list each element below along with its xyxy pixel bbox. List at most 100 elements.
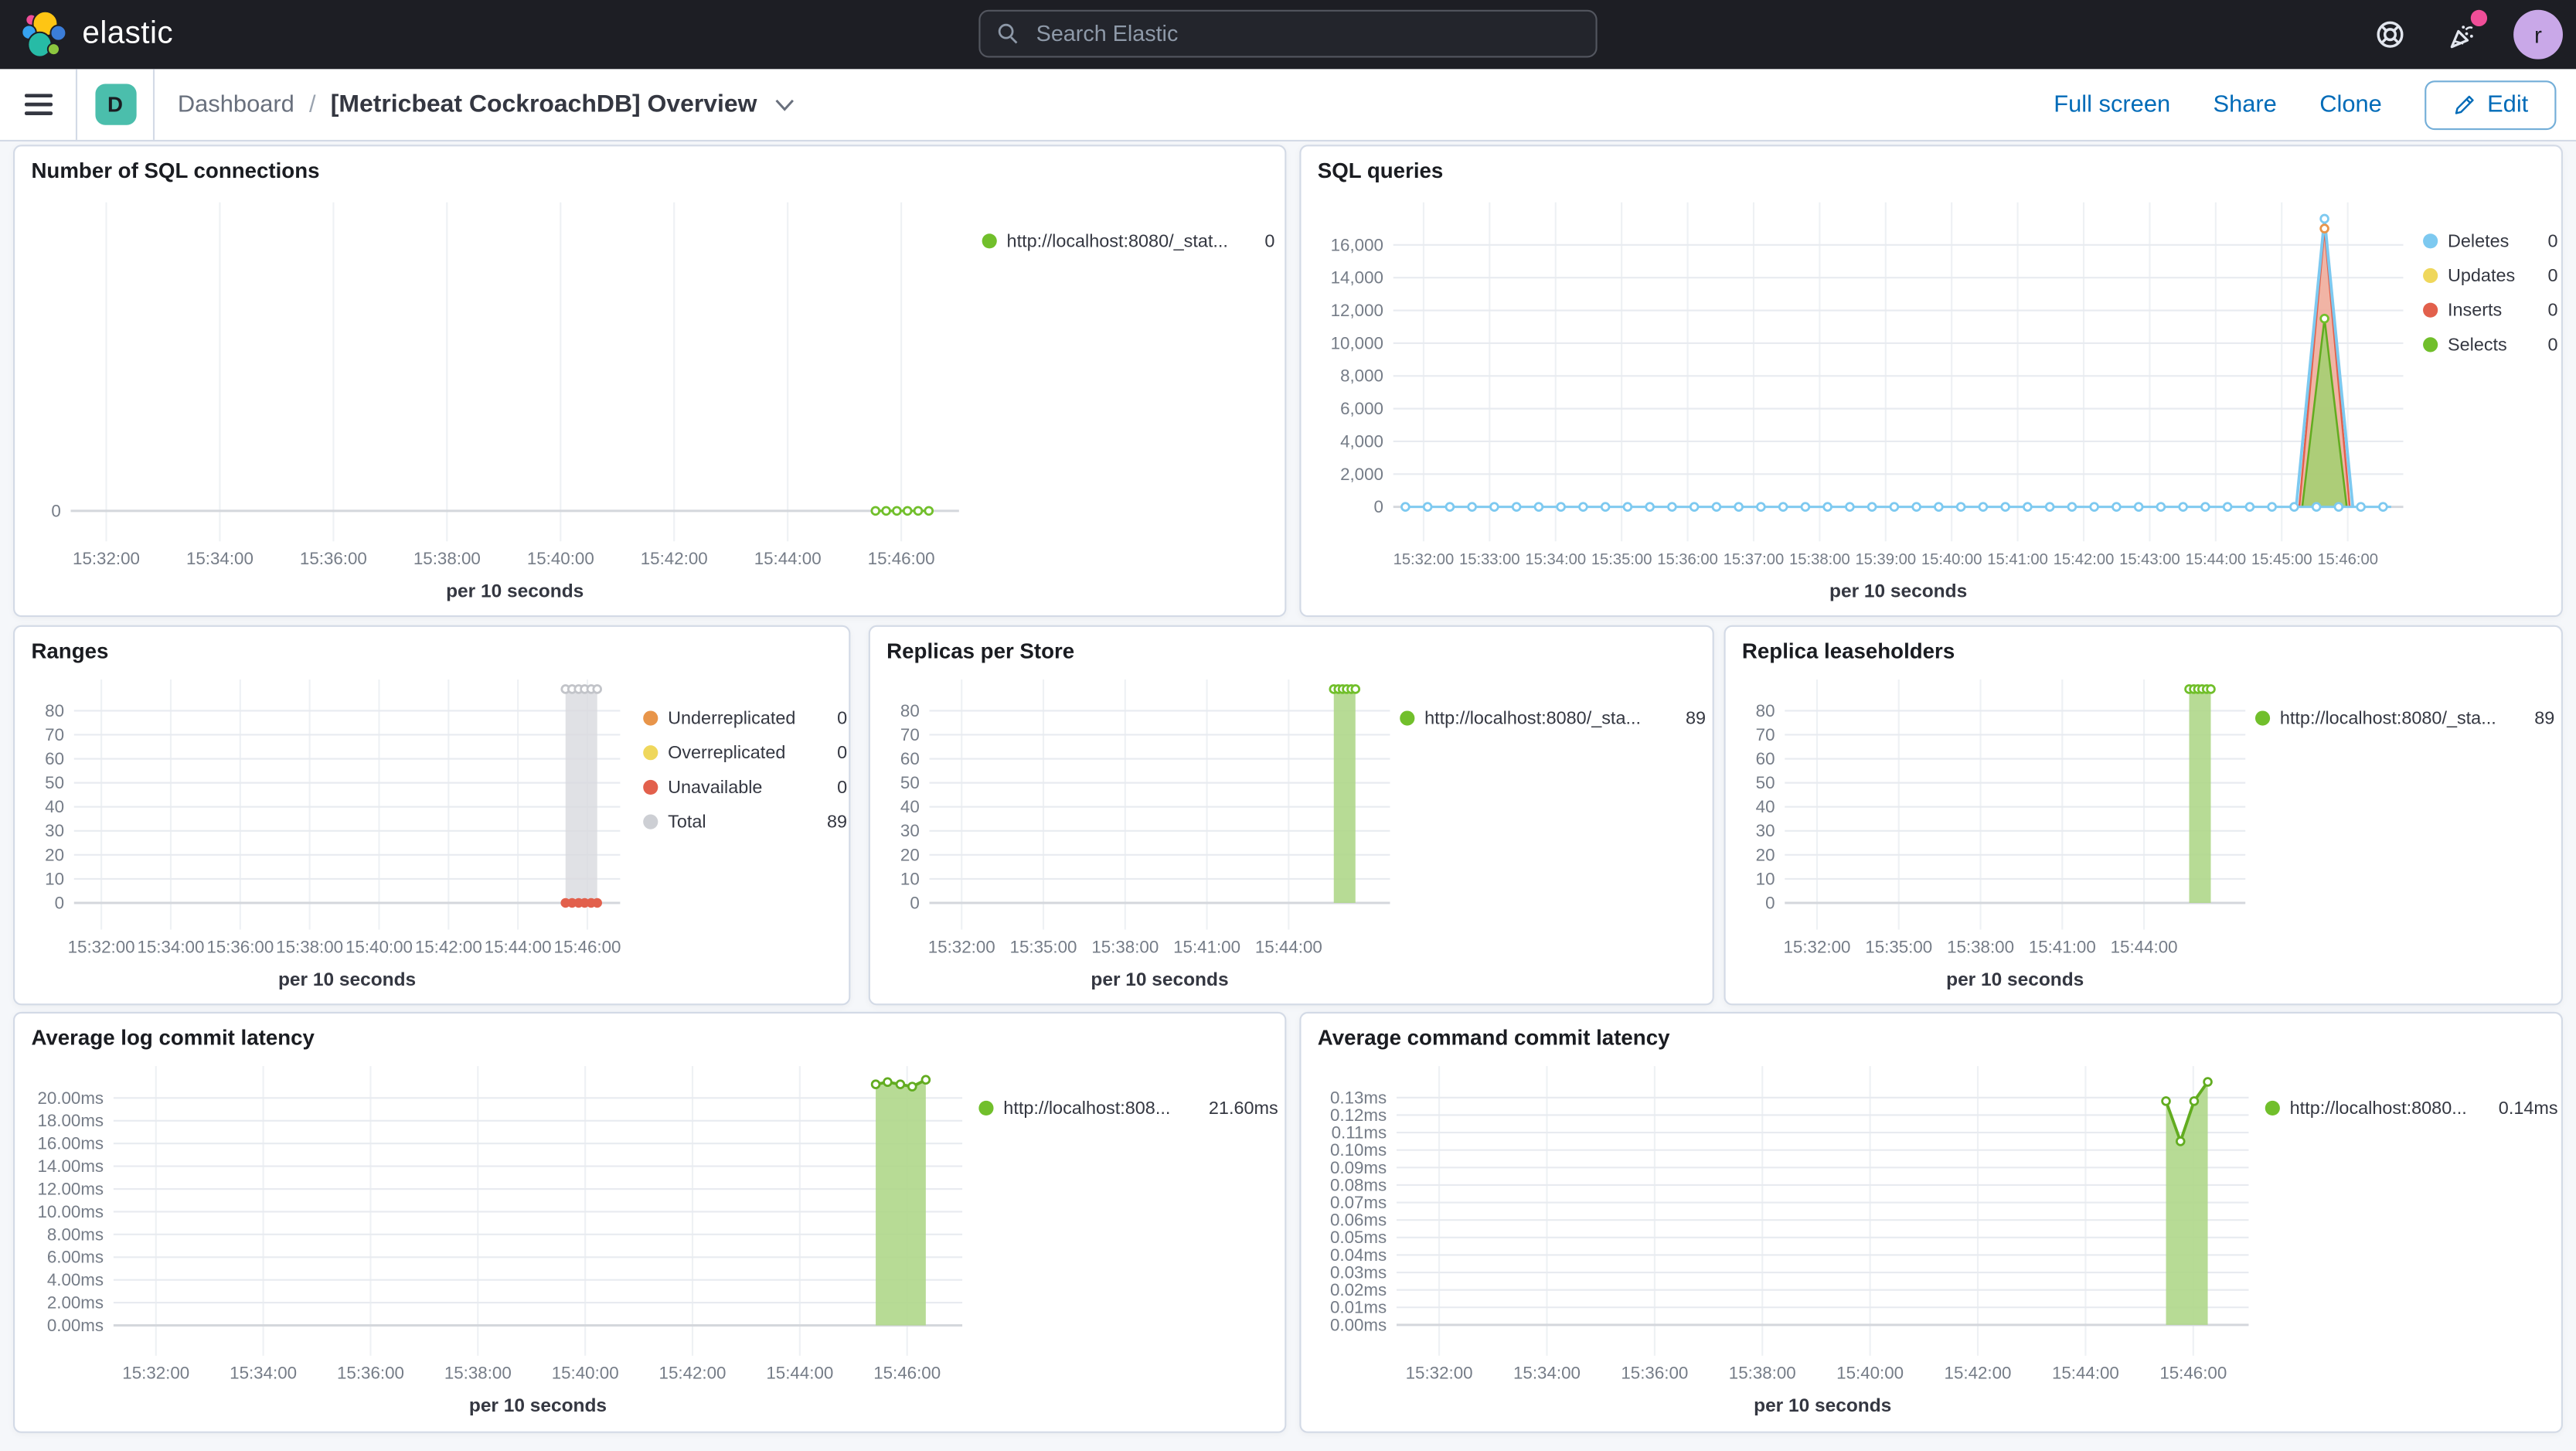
svg-text:15:40:00: 15:40:00 [527,549,594,568]
panel-title: SQL queries [1317,158,1444,183]
svg-text:40: 40 [1756,797,1775,816]
search-input[interactable] [1033,19,1580,48]
svg-text:15:34:00: 15:34:00 [186,549,254,568]
legend-label: http://localhost:8080/_sta... [1424,708,1641,728]
title-menu-button[interactable] [775,98,795,111]
legend-label: Total [668,812,706,832]
svg-text:60: 60 [45,749,64,768]
legend-item[interactable]: http://localhost:8080/_sta... 89 [2254,701,2554,736]
svg-text:15:42:00: 15:42:00 [415,937,482,956]
svg-text:15:32:00: 15:32:00 [122,1364,189,1383]
elastic-logo-icon [21,10,67,58]
svg-text:15:32:00: 15:32:00 [1406,1364,1473,1383]
legend-item[interactable]: Total 89 [643,805,847,840]
legend-item[interactable]: http://localhost:8080/_stat... 0 [982,223,1275,258]
legend-value: 0 [837,742,848,763]
svg-text:16.00ms: 16.00ms [37,1134,104,1153]
chevron-down-icon [775,98,795,111]
svg-text:12.00ms: 12.00ms [37,1179,104,1198]
svg-text:15:32:00: 15:32:00 [68,937,135,956]
clone-button[interactable]: Clone [2319,91,2382,118]
svg-text:15:34:00: 15:34:00 [230,1364,297,1383]
space-badge[interactable]: D [94,83,136,125]
svg-text:15:38:00: 15:38:00 [444,1364,512,1383]
svg-text:15:38:00: 15:38:00 [1789,551,1850,568]
svg-text:15:32:00: 15:32:00 [928,937,995,956]
svg-text:15:32:00: 15:32:00 [73,549,140,568]
svg-text:0.10ms: 0.10ms [1330,1140,1387,1160]
full-screen-button[interactable]: Full screen [2054,91,2170,118]
svg-text:0.07ms: 0.07ms [1330,1193,1387,1212]
svg-text:15:40:00: 15:40:00 [552,1364,619,1383]
svg-text:16,000: 16,000 [1331,235,1383,254]
kibana-dashboard: elastic Search Elastic r D Dashboard / [… [0,0,2576,1451]
svg-text:15:41:00: 15:41:00 [2029,937,2096,956]
panel-title: Average log commit latency [31,1024,315,1050]
top-right-icons: r [2369,0,2576,69]
legend-label: Deletes [2447,231,2510,251]
svg-text:30: 30 [45,821,64,840]
legend-value: 21.60ms [1208,1098,1278,1119]
panel-title: Average command commit latency [1317,1024,1670,1050]
legend-item[interactable]: Underreplicated 0 [643,701,847,736]
svg-text:15:44:00: 15:44:00 [766,1364,833,1383]
panel-title: Ranges [31,638,109,663]
svg-text:50: 50 [45,773,64,792]
legend-item[interactable]: Unavailable 0 [643,770,847,805]
queries-legend: Deletes 0 Updates 0 Inserts 0 Selects 0 [2423,223,2558,362]
svg-text:15:44:00: 15:44:00 [2111,937,2178,956]
global-search[interactable] [978,9,1598,58]
newsfeed-button[interactable] [2441,9,2488,56]
svg-text:2,000: 2,000 [1340,465,1383,484]
legend-item[interactable]: http://localhost:8080/_sta... 89 [1400,701,1706,736]
legend-item[interactable]: Deletes 0 [2423,223,2558,258]
legend-value: 0 [1264,231,1275,251]
help-button[interactable] [2369,13,2411,56]
svg-text:15:38:00: 15:38:00 [413,549,481,568]
svg-text:20: 20 [1756,845,1775,864]
dashboard-actions: Full screen Share Clone Edit [2054,80,2576,130]
edit-button[interactable]: Edit [2425,80,2557,130]
legend-item[interactable]: http://localhost:808... 21.60ms [978,1091,1278,1126]
svg-text:30: 30 [900,821,920,840]
svg-text:70: 70 [900,725,920,744]
svg-text:15:35:00: 15:35:00 [1010,937,1077,956]
svg-text:per 10 seconds: per 10 seconds [1091,969,1228,990]
svg-text:40: 40 [900,797,920,816]
panel-replica-leaseholders: Replica leaseholders 15:32:00 15:35:00 15:… [1724,625,2563,1006]
loglat-legend: http://localhost:808... 21.60ms [978,1091,1278,1126]
svg-text:8,000: 8,000 [1340,366,1383,386]
legend-value: 0.14ms [2498,1098,2558,1119]
legend-value: 0 [2547,265,2558,286]
legend-dot [982,233,997,249]
svg-text:15:38:00: 15:38:00 [1947,937,2014,956]
svg-text:15:36:00: 15:36:00 [337,1364,404,1383]
panel-replicas-per-store: Replicas per Store 15:32:00 15:35:00 15:38… [868,625,1714,1006]
legend-label: Selects [2447,335,2507,355]
svg-text:20: 20 [900,845,920,864]
svg-text:0.06ms: 0.06ms [1330,1211,1387,1230]
legend-value: 0 [2547,335,2558,355]
breadcrumb-separator: / [308,91,316,118]
page-title: [Metricbeat CockroachDB] Overview [330,90,757,119]
leaseholders-legend: http://localhost:8080/_sta... 89 [2254,701,2554,736]
legend-item[interactable]: http://localhost:8080... 0.14ms [2265,1091,2558,1126]
pencil-icon [2455,94,2474,114]
breadcrumb: Dashboard / [Metricbeat CockroachDB] Ove… [155,90,795,118]
share-button[interactable]: Share [2213,91,2276,118]
elastic-logo[interactable]: elastic [0,10,173,60]
svg-text:per 10 seconds: per 10 seconds [1754,1395,1891,1416]
legend-item[interactable]: Updates 0 [2423,258,2558,293]
legend-dot [2423,267,2438,284]
legend-item[interactable]: Selects 0 [2423,328,2558,363]
legend-item[interactable]: Overreplicated 0 [643,735,847,770]
svg-text:0.01ms: 0.01ms [1330,1298,1387,1317]
svg-text:50: 50 [1756,773,1775,792]
legend-dot [1400,710,1415,726]
user-avatar[interactable]: r [2513,9,2563,60]
breadcrumb-dashboard[interactable]: Dashboard [178,91,294,118]
svg-text:15:34:00: 15:34:00 [137,937,204,956]
legend-item[interactable]: Inserts 0 [2423,293,2558,328]
ranges-legend: Underreplicated 0 Overreplicated 0 Unavailab… [643,701,847,840]
menu-button[interactable] [0,69,76,140]
